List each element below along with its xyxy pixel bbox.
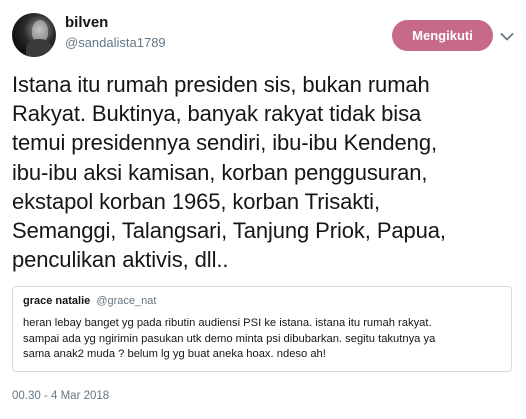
tweet-text-line: ibu-ibu aksi kamisan, korban penggusuran… [12, 159, 428, 185]
tweet-timestamp[interactable]: 00.30 - 4 Mar 2018 [12, 390, 109, 402]
tweet-text-line: Semanggi, Talangsari, Tanjung Priok, Pap… [12, 218, 446, 244]
quoted-tweet-header: grace natalie @grace_nat [23, 295, 156, 307]
follow-button[interactable]: Mengikuti [392, 20, 493, 51]
quoted-tweet-text: heran lebay banget yg pada ributin audie… [23, 316, 508, 363]
quoted-text-line: sama anak2 muda ? belum lg yg buat aneka… [23, 348, 326, 360]
tweet-text: Istana itu rumah presiden sis, bukan rum… [12, 70, 514, 274]
quoted-text-line: heran lebay banget yg pada ributin audie… [23, 317, 432, 329]
chevron-down-icon[interactable] [500, 30, 514, 42]
tweet-text-line: Istana itu rumah presiden sis, bukan rum… [12, 72, 430, 97]
quoted-text-line: sampai ada yg ngirimin pasukan utk demo … [23, 332, 436, 345]
quoted-tweet-card[interactable]: grace natalie @grace_nat heran lebay ban… [12, 286, 512, 372]
tweet-text-line: ekstapol korban 1965, korban Trisakti, [12, 188, 380, 214]
avatar-body [26, 39, 52, 57]
tweet-text-line: Rakyat. Buktinya, banyak rakyat tidak bi… [12, 101, 422, 127]
author-display-name[interactable]: bilven [65, 14, 108, 31]
quoted-author-handle: @grace_nat [96, 295, 157, 307]
author-handle[interactable]: @sandalista1789 [65, 35, 166, 50]
quoted-author-name: grace natalie [23, 295, 91, 307]
avatar[interactable] [12, 13, 56, 57]
tweet-text-line: temui presidennya sendiri, ibu-ibu Kende… [12, 130, 437, 156]
tweet-text-line: penculikan aktivis, dll.. [12, 247, 229, 273]
